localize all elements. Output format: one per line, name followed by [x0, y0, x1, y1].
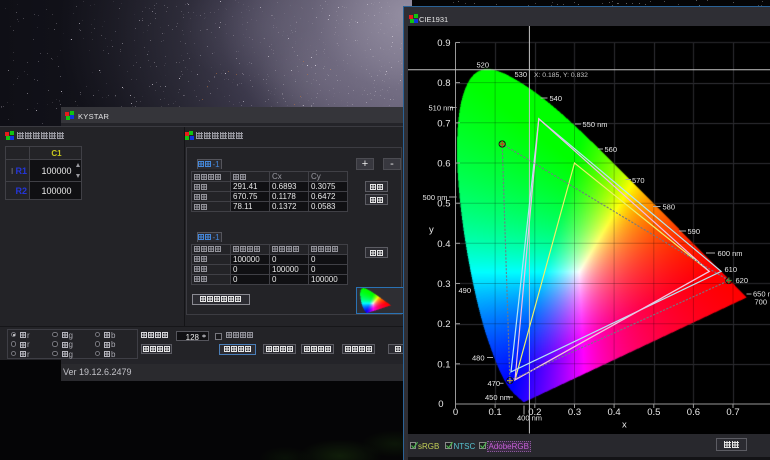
svg-text:480: 480 [472, 354, 485, 363]
svg-text:0.7: 0.7 [726, 407, 739, 418]
svg-text:0.8: 0.8 [437, 78, 450, 89]
svg-text:510 nm: 510 nm [429, 104, 454, 113]
svg-text:y: y [429, 225, 434, 236]
svg-text:400 nm: 400 nm [517, 414, 542, 423]
svg-text:600 nm: 600 nm [718, 249, 743, 258]
svg-text:470: 470 [488, 379, 501, 388]
svg-text:0.2: 0.2 [437, 319, 450, 330]
svg-text:0.9: 0.9 [437, 38, 450, 49]
svg-text:0: 0 [453, 407, 458, 418]
svg-text:X: 0.185, Y: 0.832: X: 0.185, Y: 0.832 [534, 72, 588, 79]
svg-text:0.3: 0.3 [568, 407, 581, 418]
svg-text:580: 580 [663, 202, 676, 211]
svg-text:530: 530 [515, 70, 528, 79]
svg-text:560: 560 [605, 145, 618, 154]
svg-text:620: 620 [736, 276, 749, 285]
svg-text:0: 0 [438, 399, 443, 410]
svg-text:0.5: 0.5 [647, 407, 660, 418]
svg-text:0.7: 0.7 [437, 118, 450, 129]
svg-text:0.6: 0.6 [687, 407, 700, 418]
svg-text:590: 590 [688, 227, 701, 236]
svg-text:610: 610 [725, 265, 738, 274]
svg-text:0.4: 0.4 [437, 239, 450, 250]
svg-text:0.3: 0.3 [437, 279, 450, 290]
svg-text:700: 700 [755, 298, 768, 307]
svg-text:520: 520 [477, 61, 490, 70]
svg-text:570: 570 [632, 176, 645, 185]
svg-text:540: 540 [550, 94, 563, 103]
svg-text:550 nm: 550 nm [583, 120, 608, 129]
svg-text:0.1: 0.1 [437, 359, 450, 370]
svg-text:0.1: 0.1 [488, 407, 501, 418]
svg-text:450 nm: 450 nm [485, 393, 510, 402]
svg-text:0.6: 0.6 [437, 159, 450, 170]
svg-text:0.4: 0.4 [607, 407, 620, 418]
svg-text:x: x [622, 420, 627, 431]
svg-text:500 nm: 500 nm [423, 193, 448, 202]
svg-text:490: 490 [459, 286, 472, 295]
